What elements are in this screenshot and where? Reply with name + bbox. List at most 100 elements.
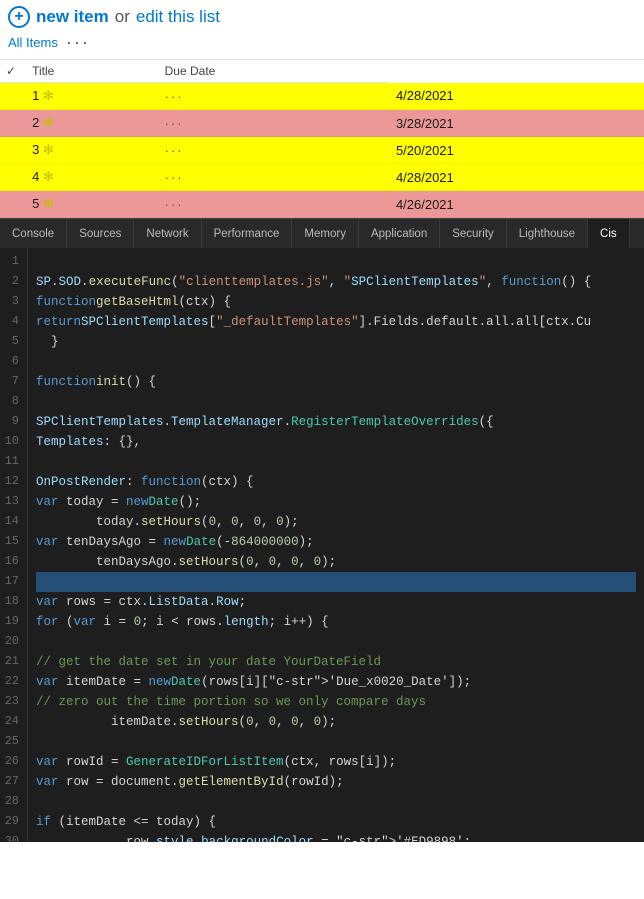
table-row[interactable]: 4 ✻···4/28/2021 xyxy=(0,164,644,191)
line-number-4: 4 xyxy=(4,312,19,332)
line-number-9: 9 xyxy=(4,412,19,432)
title-col-header: Title xyxy=(24,60,157,83)
devtools-tab-network[interactable]: Network xyxy=(134,219,201,248)
table-row[interactable]: 3 ✻···5/20/2021 xyxy=(0,137,644,164)
code-area: 1234567891011121314151617181920212223242… xyxy=(0,248,644,842)
row-title: 3 ✻ xyxy=(24,137,157,164)
new-item-link[interactable]: new item xyxy=(36,7,109,27)
row-date: 4/28/2021 xyxy=(388,164,644,191)
code-line-16: tenDaysAgo.setHours(0, 0, 0, 0); xyxy=(36,552,636,572)
sp-header: + new item or edit this list All Items ·… xyxy=(0,0,644,60)
row-check[interactable] xyxy=(0,137,24,164)
row-title: 1 ✻ xyxy=(24,83,157,110)
code-line-10: Templates: {}, xyxy=(36,432,636,452)
edit-list-link[interactable]: edit this list xyxy=(136,7,220,27)
line-number-1: 1 xyxy=(4,252,19,272)
row-dots[interactable]: ··· xyxy=(157,191,388,218)
row-date: 3/28/2021 xyxy=(388,110,644,137)
code-line-14: today.setHours(0, 0, 0, 0); xyxy=(36,512,636,532)
table-header-row: ✓ Title Due Date xyxy=(0,60,644,83)
line-number-16: 16 xyxy=(4,552,19,572)
code-line-23: // zero out the time portion so we only … xyxy=(36,692,636,712)
table-row[interactable]: 2 ✻···3/28/2021 xyxy=(0,110,644,137)
list-area: ✓ Title Due Date 1 ✻···4/28/20212 ✻···3/… xyxy=(0,60,644,218)
code-line-11 xyxy=(36,452,636,472)
code-line-29: if (itemDate <= today) { xyxy=(36,812,636,832)
devtools-tab-cis[interactable]: Cis xyxy=(588,219,630,248)
line-number-25: 25 xyxy=(4,732,19,752)
row-title: 4 ✻ xyxy=(24,164,157,191)
line-number-30: 30 xyxy=(4,832,19,842)
devtools-tab-lighthouse[interactable]: Lighthouse xyxy=(507,219,588,248)
row-check[interactable] xyxy=(0,83,24,110)
row-check[interactable] xyxy=(0,164,24,191)
code-line-15: var tenDaysAgo = new Date(-864000000); xyxy=(36,532,636,552)
line-number-7: 7 xyxy=(4,372,19,392)
code-line-28 xyxy=(36,792,636,812)
code-line-8 xyxy=(36,392,636,412)
code-line-22: var itemDate = new Date(rows[i]["c-str">… xyxy=(36,672,636,692)
row-dots[interactable]: ··· xyxy=(157,137,388,164)
line-number-21: 21 xyxy=(4,652,19,672)
devtools-tab-security[interactable]: Security xyxy=(440,219,507,248)
line-number-11: 11 xyxy=(4,452,19,472)
toolbar-dots[interactable]: ··· xyxy=(66,32,90,53)
devtools-tab-application[interactable]: Application xyxy=(359,219,440,248)
row-date: 5/20/2021 xyxy=(388,137,644,164)
code-line-5: } xyxy=(36,332,636,352)
code-line-9: SPClientTemplates.TemplateManager.Regist… xyxy=(36,412,636,432)
code-line-7: function init() { xyxy=(36,372,636,392)
all-items-tab[interactable]: All Items xyxy=(8,35,58,50)
row-dots[interactable]: ··· xyxy=(157,83,388,110)
row-dots[interactable]: ··· xyxy=(157,110,388,137)
line-number-10: 10 xyxy=(4,432,19,452)
code-line-3: function getBaseHtml(ctx) { xyxy=(36,292,636,312)
row-title: 5 ✻ xyxy=(24,191,157,218)
line-number-29: 29 xyxy=(4,812,19,832)
line-number-15: 15 xyxy=(4,532,19,552)
line-numbers: 1234567891011121314151617181920212223242… xyxy=(0,248,28,842)
or-text: or xyxy=(115,7,130,27)
table-row[interactable]: 5 ✻···4/26/2021 xyxy=(0,191,644,218)
line-number-24: 24 xyxy=(4,712,19,732)
code-content[interactable]: SP.SOD.executeFunc("clienttemplates.js",… xyxy=(28,248,644,842)
list-table: ✓ Title Due Date 1 ✻···4/28/20212 ✻···3/… xyxy=(0,60,644,218)
code-line-26: var rowId = GenerateIDForListItem(ctx, r… xyxy=(36,752,636,772)
row-check[interactable] xyxy=(0,110,24,137)
code-line-25 xyxy=(36,732,636,752)
line-number-12: 12 xyxy=(4,472,19,492)
code-line-20 xyxy=(36,632,636,652)
code-line-30: row.style.backgroundColor = "c-str">'#ED… xyxy=(36,832,636,842)
code-line-4: return SPClientTemplates["_defaultTempla… xyxy=(36,312,636,332)
table-row[interactable]: 1 ✻···4/28/2021 xyxy=(0,83,644,110)
duedate-col-header: Due Date xyxy=(157,60,388,83)
line-number-27: 27 xyxy=(4,772,19,792)
code-line-19: for (var i = 0; i < rows.length; i++) { xyxy=(36,612,636,632)
line-number-6: 6 xyxy=(4,352,19,372)
devtools-tab-performance[interactable]: Performance xyxy=(202,219,293,248)
line-number-3: 3 xyxy=(4,292,19,312)
sp-toolbar: All Items ··· xyxy=(8,30,636,55)
code-line-24: itemDate.setHours(0, 0, 0, 0); xyxy=(36,712,636,732)
line-number-20: 20 xyxy=(4,632,19,652)
row-dots[interactable]: ··· xyxy=(157,164,388,191)
row-check[interactable] xyxy=(0,191,24,218)
devtools-tab-memory[interactable]: Memory xyxy=(292,219,359,248)
list-body: 1 ✻···4/28/20212 ✻···3/28/20213 ✻···5/20… xyxy=(0,83,644,218)
devtools-tab-console[interactable]: Console xyxy=(0,219,67,248)
row-date: 4/28/2021 xyxy=(388,83,644,110)
code-line-1 xyxy=(36,252,636,272)
code-line-17 xyxy=(36,572,636,592)
line-number-22: 22 xyxy=(4,672,19,692)
devtools-tab-sources[interactable]: Sources xyxy=(67,219,134,248)
row-title: 2 ✻ xyxy=(24,110,157,137)
code-line-27: var row = document.getElementById(rowId)… xyxy=(36,772,636,792)
line-number-23: 23 xyxy=(4,692,19,712)
devtools-tabs: ConsoleSourcesNetworkPerformanceMemoryAp… xyxy=(0,218,644,248)
line-number-13: 13 xyxy=(4,492,19,512)
line-number-14: 14 xyxy=(4,512,19,532)
code-line-2: SP.SOD.executeFunc("clienttemplates.js",… xyxy=(36,272,636,292)
code-line-21: // get the date set in your date YourDat… xyxy=(36,652,636,672)
code-line-6 xyxy=(36,352,636,372)
new-item-icon[interactable]: + xyxy=(8,6,30,28)
